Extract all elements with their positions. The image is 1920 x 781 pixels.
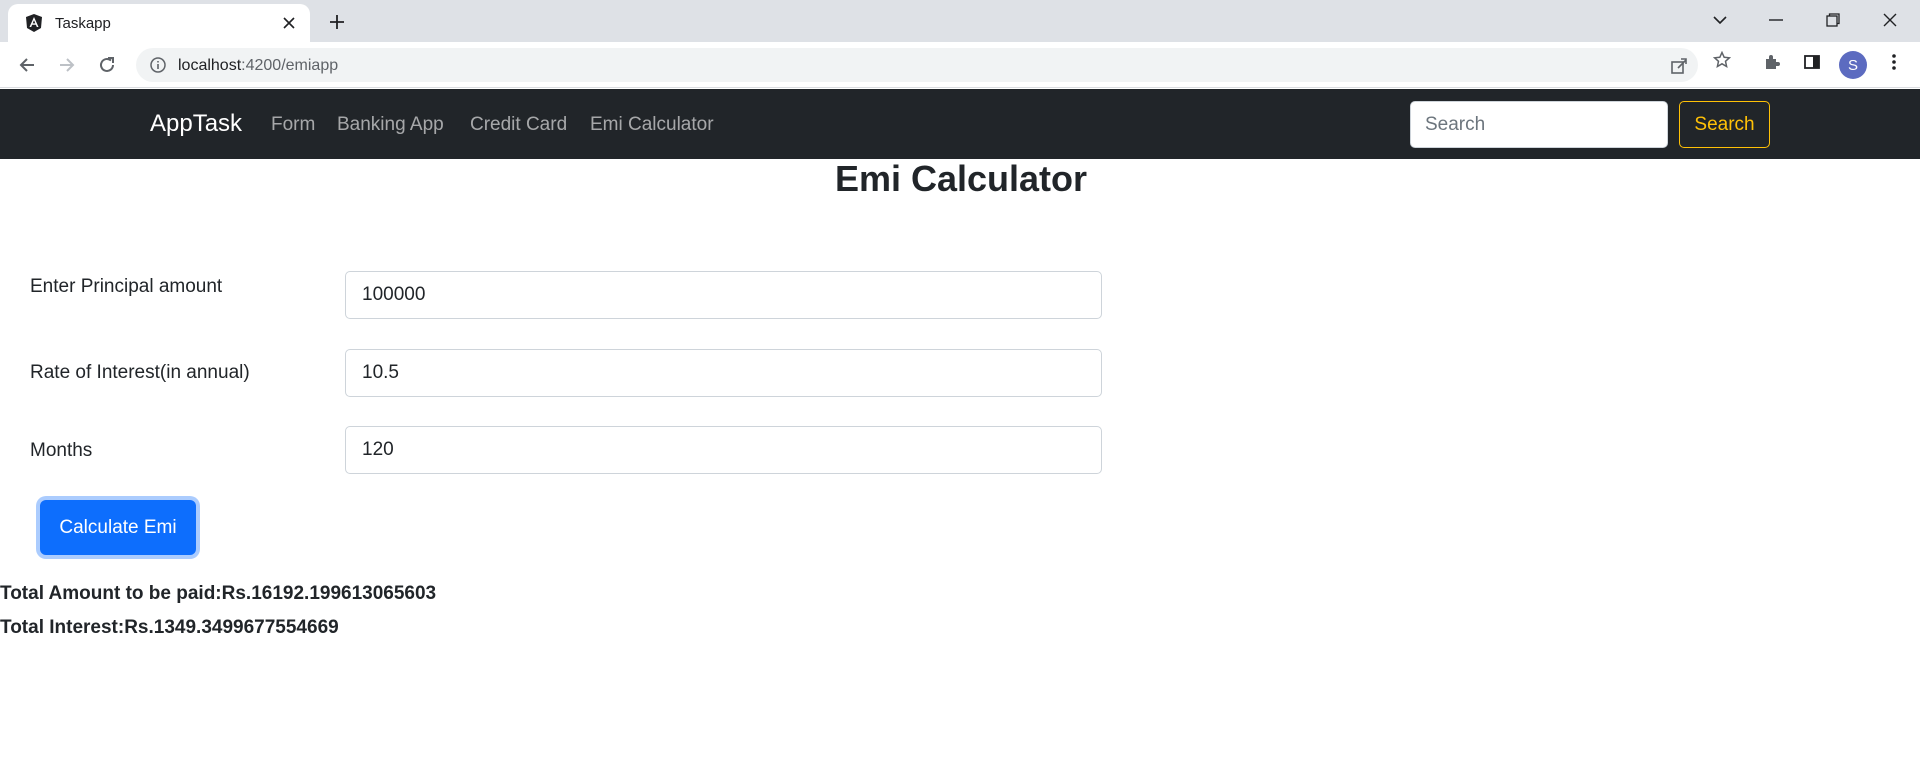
url-text: localhost:4200/emiapp <box>178 57 338 75</box>
nav-link-banking-app[interactable]: Banking App <box>337 114 444 136</box>
reload-icon[interactable] <box>93 51 121 79</box>
close-window-icon[interactable] <box>1867 4 1913 36</box>
back-icon[interactable] <box>13 51 41 79</box>
close-tab-icon[interactable] <box>278 12 300 34</box>
rate-label: Rate of Interest(in annual) <box>30 362 250 383</box>
browser-tabstrip: Taskapp <box>0 0 1920 42</box>
months-label: Months <box>30 440 93 461</box>
rate-input[interactable] <box>345 349 1102 397</box>
site-info-icon[interactable] <box>150 57 166 73</box>
page-title-text: Emi Calculator <box>834 158 1088 199</box>
angular-icon <box>24 13 44 33</box>
tab-title: Taskapp <box>55 15 111 32</box>
nav-link-emi-calculator[interactable]: Emi Calculator <box>590 114 714 136</box>
nav-link-form[interactable]: Form <box>271 114 315 136</box>
page-title: Emi Calculator <box>0 158 1920 200</box>
navbar-search-button[interactable]: Search <box>1679 101 1770 148</box>
nav-link-credit-card[interactable]: Credit Card <box>470 114 567 136</box>
address-bar[interactable]: localhost:4200/emiapp <box>136 48 1698 82</box>
navbar-search-input[interactable] <box>1410 101 1668 148</box>
total-amount-result: Total Amount to be paid:Rs.16192.1996130… <box>0 583 437 604</box>
total-interest-result: Total Interest:Rs.1349.3499677554669 <box>0 617 339 638</box>
calculate-emi-button[interactable]: Calculate Emi <box>40 500 196 555</box>
months-input[interactable] <box>345 426 1102 474</box>
extensions-icon[interactable] <box>1760 50 1784 74</box>
tab-search-icon[interactable] <box>1697 4 1743 36</box>
minimize-icon[interactable] <box>1753 4 1799 36</box>
principal-input[interactable] <box>345 271 1102 319</box>
app-navbar: AppTask Form Banking App Credit Card Emi… <box>0 89 1920 159</box>
url-host: localhost <box>178 57 242 74</box>
new-tab-icon[interactable] <box>324 9 350 35</box>
more-menu-icon[interactable] <box>1882 50 1906 74</box>
forward-icon[interactable] <box>53 51 81 79</box>
side-panel-icon[interactable] <box>1800 50 1824 74</box>
url-path: :4200/emiapp <box>241 57 339 74</box>
principal-label: Enter Principal amount <box>30 276 223 297</box>
browser-toolbar: localhost:4200/emiapp S <box>0 42 1920 88</box>
restore-icon[interactable] <box>1810 4 1856 36</box>
brand-link[interactable]: AppTask <box>150 110 242 138</box>
profile-avatar[interactable]: S <box>1839 51 1867 79</box>
bookmark-star-icon[interactable] <box>1711 49 1733 71</box>
browser-tab[interactable]: Taskapp <box>8 4 310 42</box>
share-icon[interactable] <box>1668 55 1690 77</box>
